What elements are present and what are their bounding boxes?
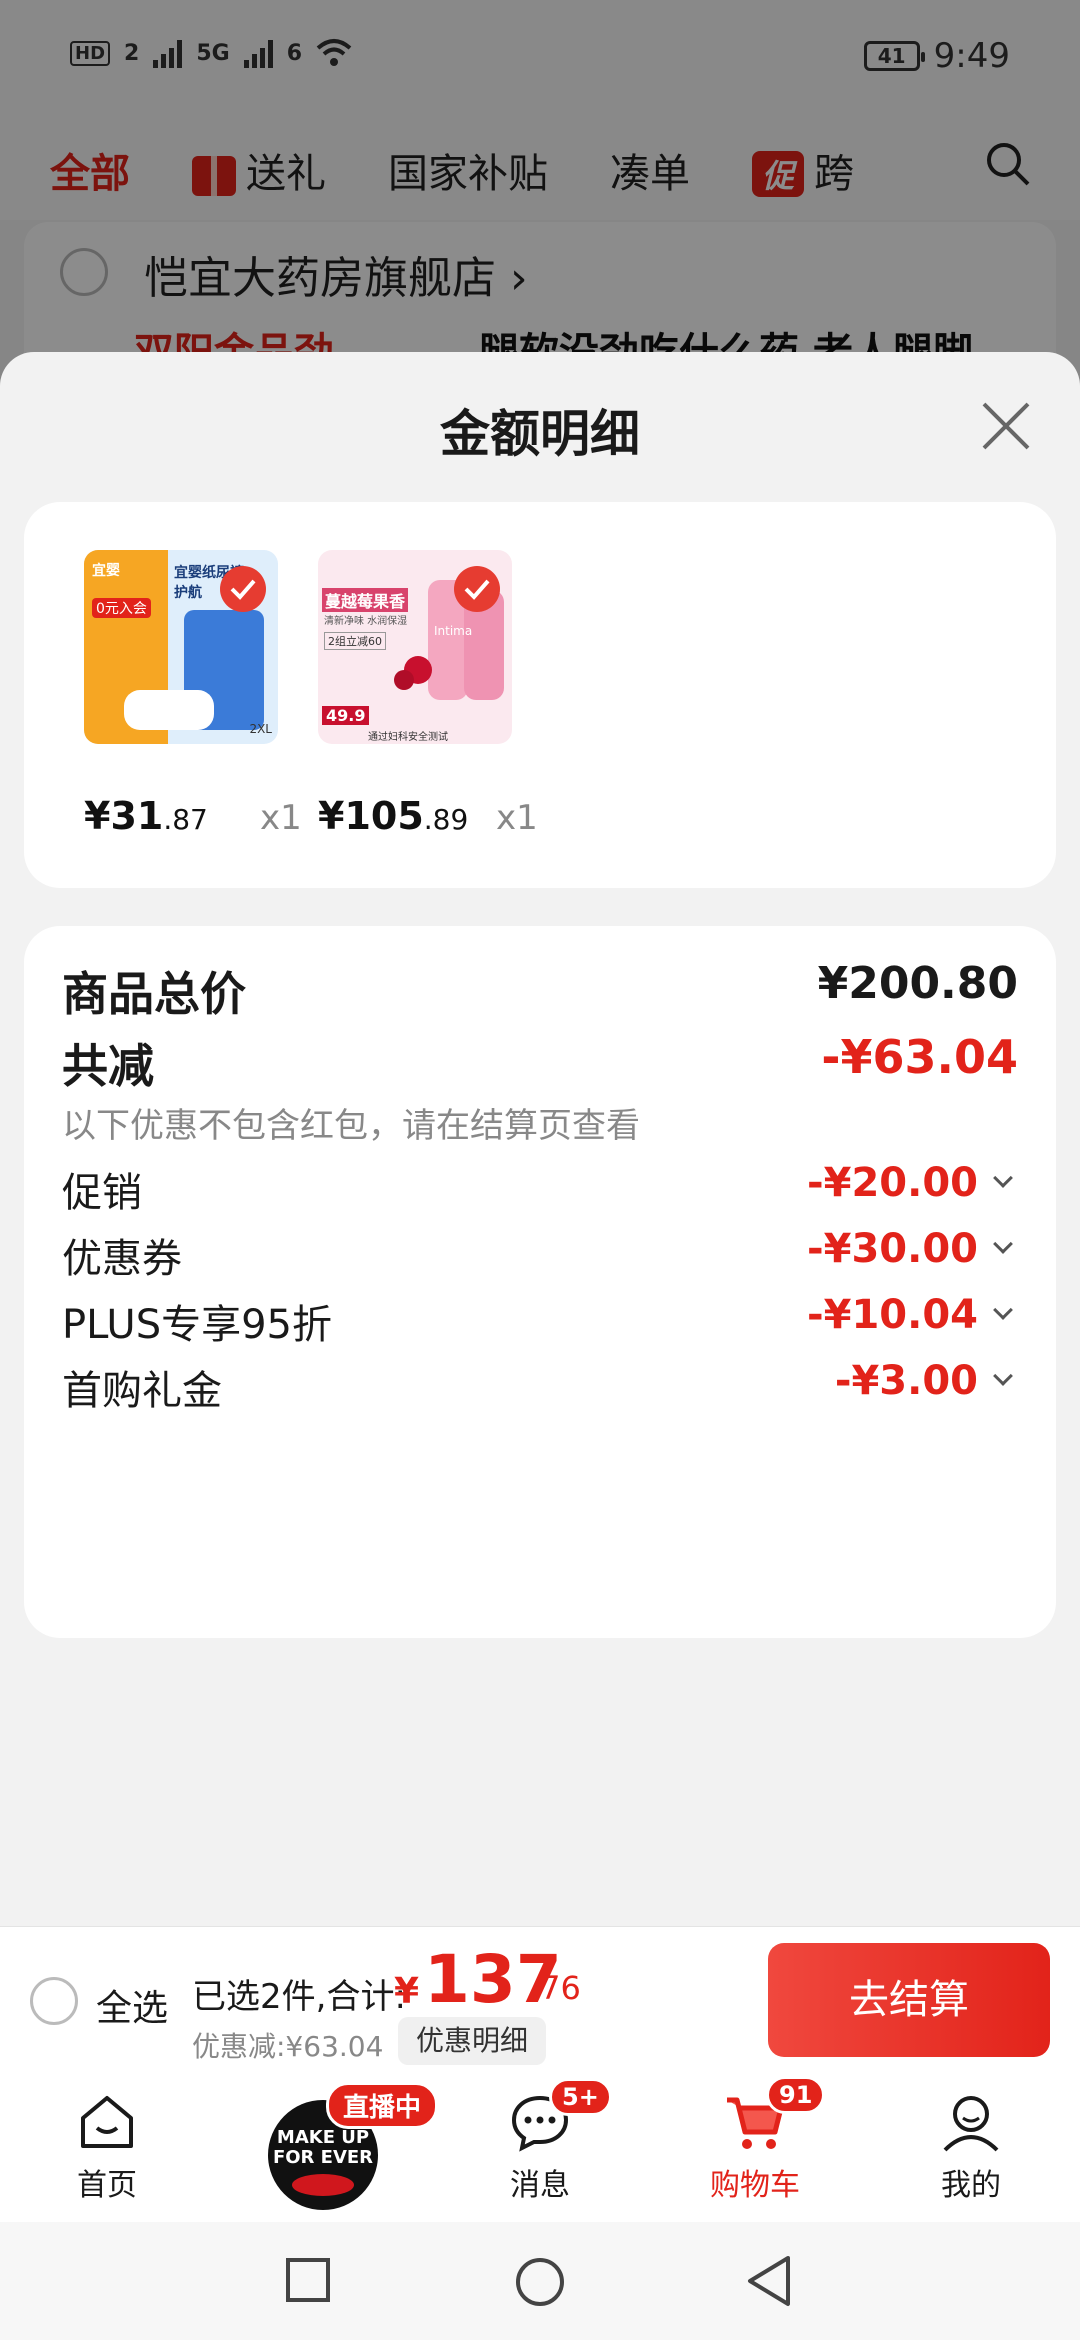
discount-firstbuy-value: -¥3.00 (834, 1358, 978, 1404)
price-int: ¥105 (318, 794, 424, 838)
discount-plus-value: -¥10.04 (807, 1292, 978, 1338)
discount-coupon-label: 优惠券 (62, 1236, 182, 1282)
price-dec: .89 (423, 803, 469, 836)
total-price-value: ¥200.80 (817, 958, 1018, 1009)
home-icon (81, 2096, 133, 2148)
product-price: ¥31.87 (84, 794, 208, 838)
total-currency: ¥ (394, 1971, 420, 2012)
intima-safety: 通过妇科安全测试 (368, 732, 448, 743)
chevron-down-icon (993, 1234, 1013, 1254)
checkout-button[interactable]: 去结算 (768, 1943, 1050, 2057)
close-icon[interactable] (976, 396, 1036, 456)
product-quantity: x1 (260, 798, 302, 838)
chevron-down-icon (993, 1366, 1013, 1386)
discount-plus-label: PLUS专享95折 (62, 1302, 332, 1348)
product-image-diapers: 宜婴 0元入会 宜婴纸尿裤护航 2XL (84, 550, 278, 744)
discount-coupon-value: -¥30.00 (807, 1226, 978, 1272)
checked-icon (454, 566, 500, 612)
nav-cart[interactable]: 91 购物车 (680, 2072, 830, 2222)
discount-firstbuy-row[interactable]: -¥3.00 (834, 1358, 1013, 1404)
checkout-bar: 全选 已选2件,合计: ¥ 137 .76 优惠减:¥63.04 优惠明细 去结… (0, 1926, 1080, 2072)
bottom-nav: 首页 MAKE UP FOR EVER 直播中 5+ 消息 91 购物车 我的 (0, 2072, 1080, 2222)
nav-cart-label: 购物车 (710, 2168, 800, 2203)
diaper-brand: 宜婴 (92, 563, 120, 579)
discount-note: 以下优惠不包含红包，请在结算页查看 (62, 1106, 640, 1146)
price-int: ¥31 (84, 794, 164, 838)
discount-promo-value: -¥20.00 (807, 1160, 978, 1206)
total-amount-dec: .76 (530, 1969, 581, 2007)
select-all-radio[interactable] (30, 1977, 78, 2025)
nav-home-label: 首页 (77, 2168, 137, 2203)
total-reduce-label: 共减 (62, 1039, 154, 1093)
system-nav-bar (0, 2222, 1080, 2340)
diaper-join-text: 0元入会 (92, 598, 151, 618)
products-card: 宜婴 0元入会 宜婴纸尿裤护航 2XL ¥31.87 x1 蔓越莓果香 清新净味… (24, 502, 1056, 888)
discount-coupon-row[interactable]: -¥30.00 (807, 1226, 1013, 1272)
nav-home[interactable]: 首页 (32, 2072, 182, 2222)
product-image-intima: 蔓越莓果香 清新净味 水润保湿 2组立减60 Intima 49.9 通过妇科安… (318, 550, 512, 744)
nav-me-label: 我的 (941, 2168, 1001, 2203)
live-badge: 直播中 (326, 2082, 439, 2129)
discount-detail-button[interactable]: 优惠明细 (398, 2017, 547, 2065)
cart-badge: 91 (766, 2076, 826, 2114)
selected-count-text: 已选2件,合计: (192, 1977, 406, 2017)
price-dec: .87 (163, 803, 208, 836)
discount-promo-label: 促销 (62, 1170, 142, 1216)
discount-promo-row[interactable]: -¥20.00 (807, 1160, 1013, 1206)
total-price-label: 商品总价 (62, 967, 246, 1021)
recent-apps-icon[interactable] (284, 2256, 332, 2304)
discount-firstbuy-label: 首购礼金 (62, 1368, 222, 1414)
intima-flavor: 蔓越莓果香 (322, 588, 409, 612)
total-reduce-value: -¥63.04 (821, 1030, 1018, 1084)
checked-icon (220, 566, 266, 612)
profile-icon (943, 2096, 999, 2152)
home-circle-icon[interactable] (514, 2256, 566, 2308)
chevron-down-icon (993, 1168, 1013, 1188)
discount-plus-row[interactable]: -¥10.04 (807, 1292, 1013, 1338)
chevron-down-icon (993, 1300, 1013, 1320)
diaper-size: 2XL (249, 722, 272, 736)
sheet-title: 金额明细 (440, 405, 640, 463)
lip-logo-icon (292, 2174, 354, 2196)
product-quantity: x1 (496, 798, 538, 838)
select-all-label[interactable]: 全选 (96, 1979, 168, 2031)
message-badge: 5+ (549, 2078, 612, 2116)
saved-amount-text: 优惠减:¥63.04 (192, 2030, 384, 2063)
product-item[interactable]: 宜婴 0元入会 宜婴纸尿裤护航 2XL ¥31.87 x1 (84, 550, 302, 838)
back-icon[interactable] (744, 2254, 794, 2308)
nav-messages-label: 消息 (510, 2168, 570, 2203)
live-logo-text: MAKE UP FOR EVER (272, 2127, 374, 2168)
nav-me[interactable]: 我的 (896, 2072, 1046, 2222)
product-item[interactable]: 蔓越莓果香 清新净味 水润保湿 2组立减60 Intima 49.9 通过妇科安… (318, 550, 538, 838)
nav-messages[interactable]: 5+ 消息 (465, 2072, 615, 2222)
intima-sub: 清新净味 水润保湿 (324, 616, 408, 627)
product-price: ¥105.89 (318, 794, 468, 838)
intima-deal: 2组立减60 (324, 632, 386, 650)
price-summary-card: 商品总价 ¥200.80 共减 -¥63.04 以下优惠不包含红包，请在结算页查… (24, 926, 1056, 1638)
intima-brand: Intima (434, 624, 473, 638)
intima-price-tag: 49.9 (322, 706, 370, 725)
